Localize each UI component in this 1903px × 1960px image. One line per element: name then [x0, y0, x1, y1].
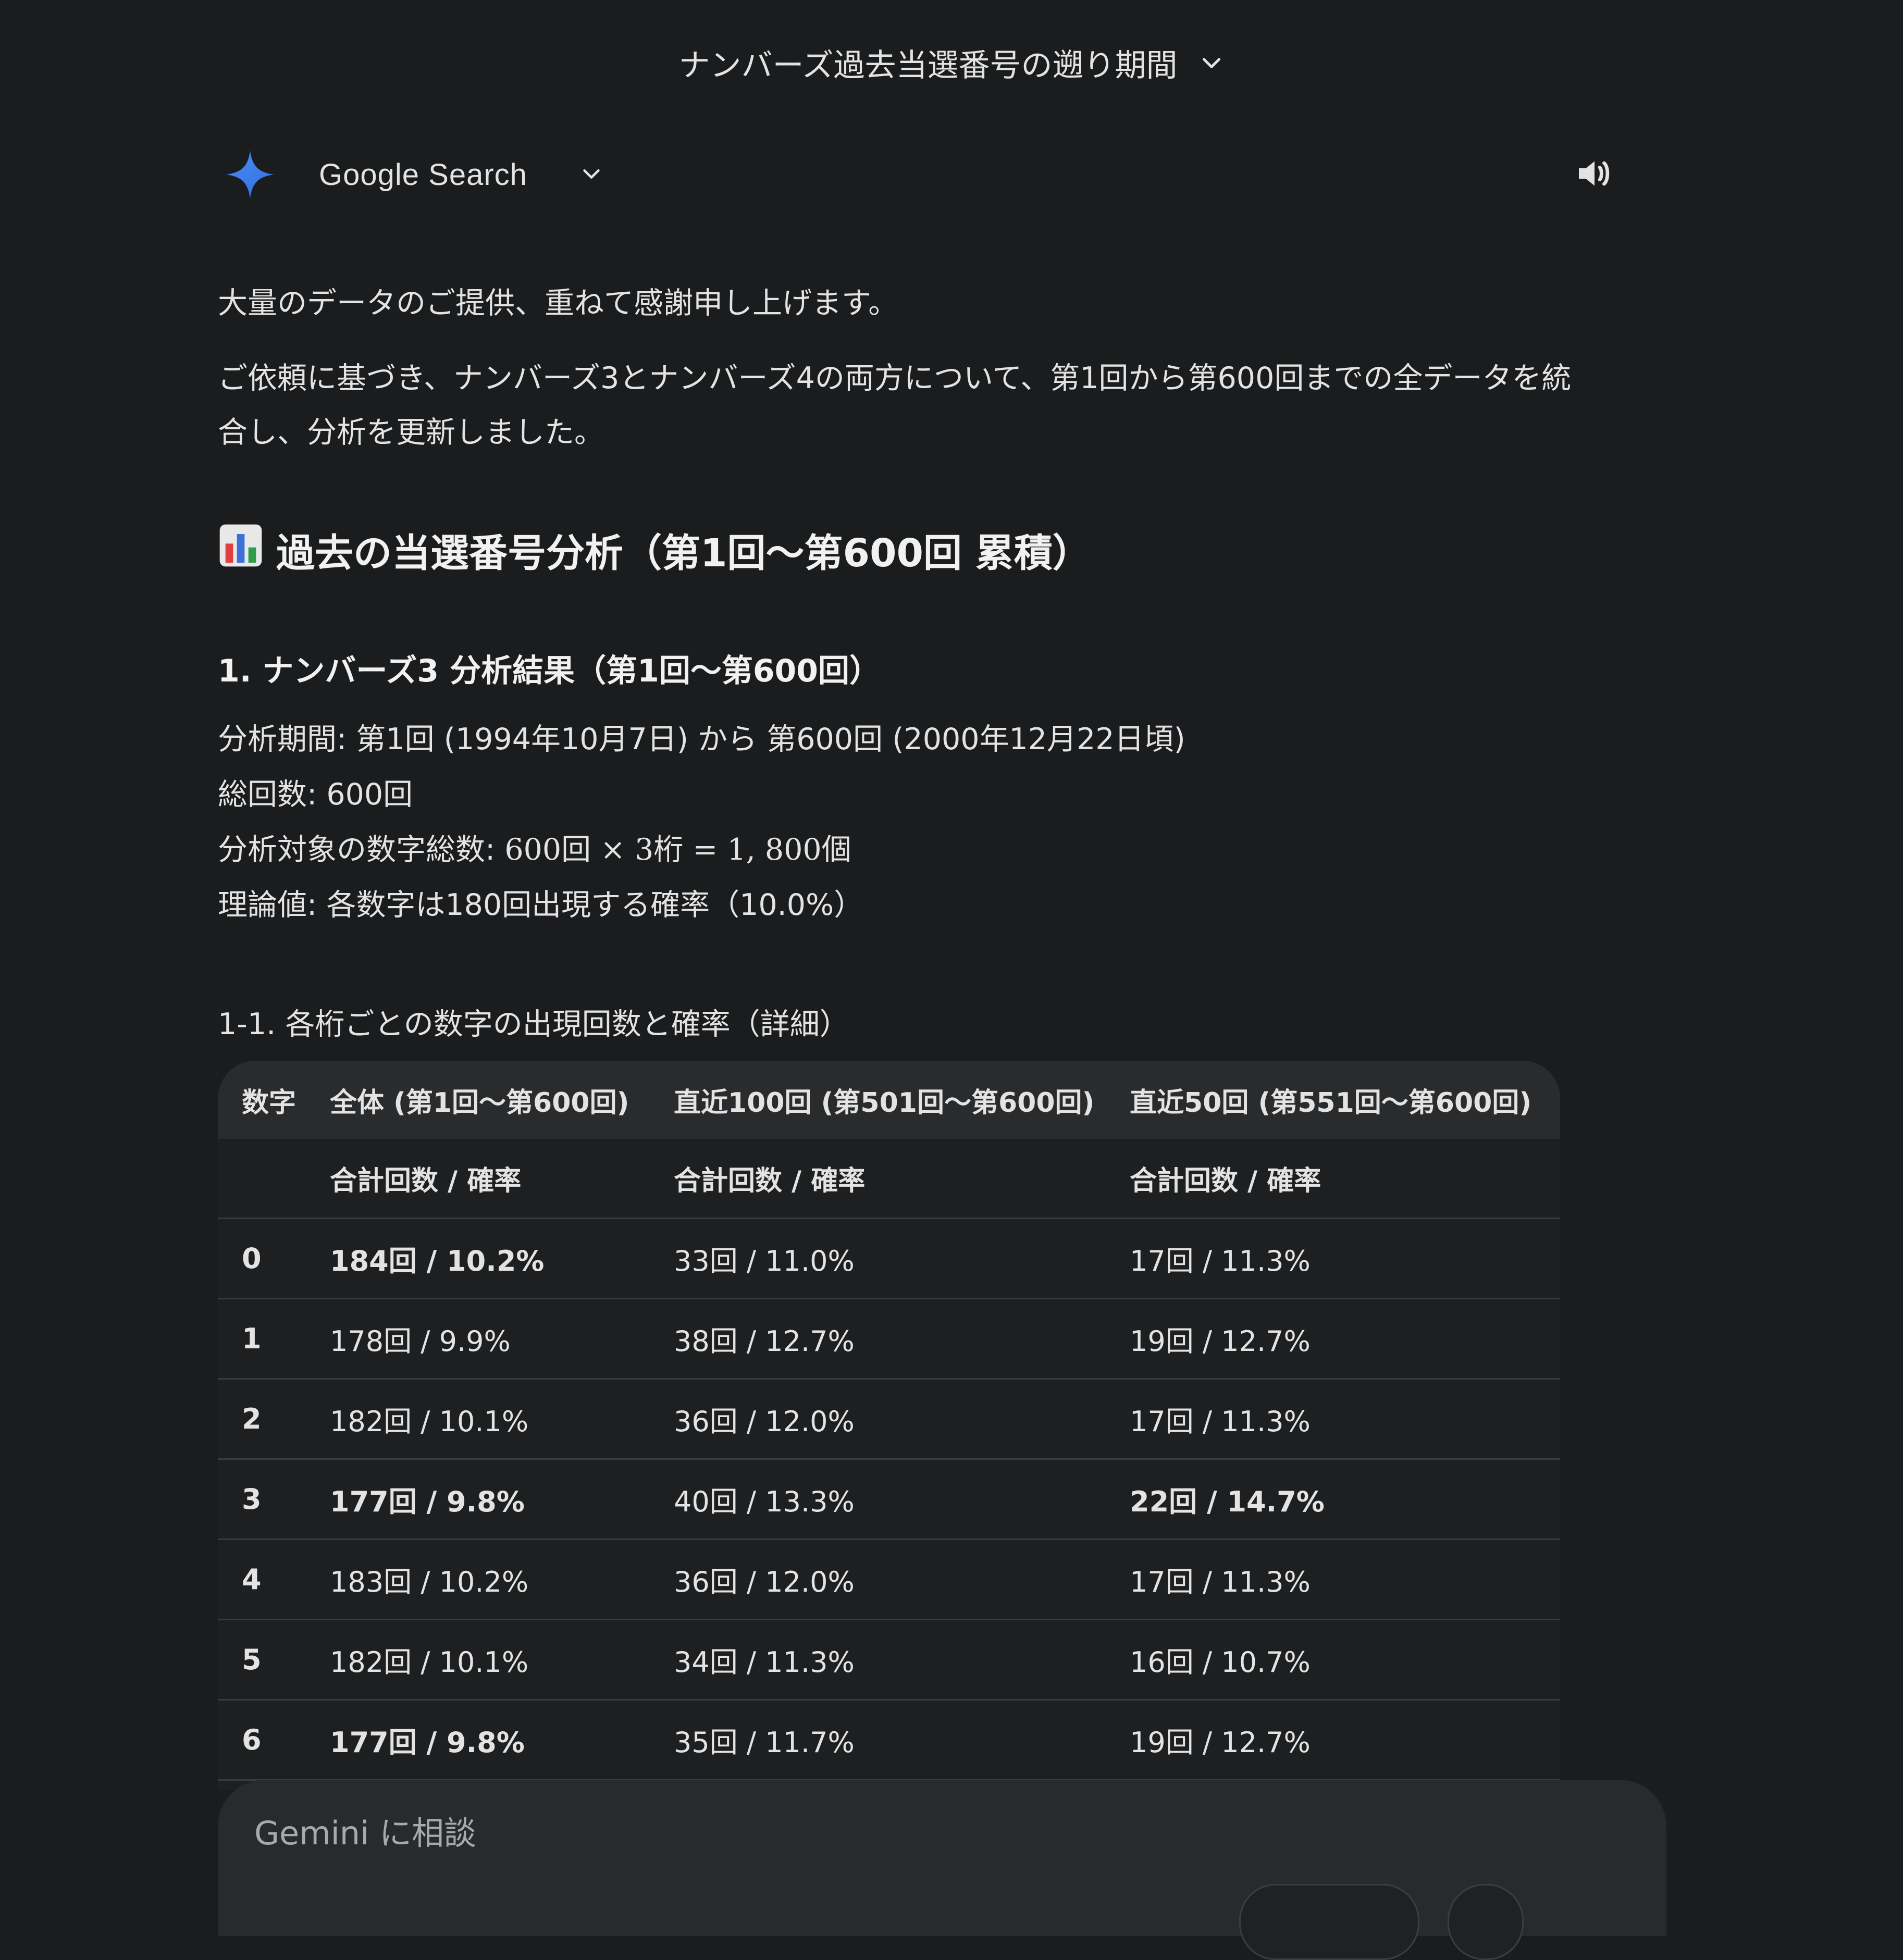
- table-row: 2 182回 / 10.1% 36回 / 12.0% 17回 / 11.3%: [218, 1380, 1560, 1460]
- data-table: 数字 全体 (第1回〜第600回) 直近100回 (第501回〜第600回) 直…: [218, 1061, 1560, 1790]
- table-cell: 17回 / 11.3%: [1130, 1405, 1311, 1438]
- table-cell: 177回 / 9.8%: [330, 1485, 525, 1518]
- table-cell: 34回 / 11.3%: [674, 1646, 855, 1679]
- table-row: 4 183回 / 10.2% 36回 / 12.0% 17回 / 11.3%: [218, 1540, 1560, 1620]
- table-row: 0 184回 / 10.2% 33回 / 11.0% 17回 / 11.3%: [218, 1219, 1560, 1299]
- table-cell: 合計回数 / 確率: [330, 1165, 522, 1197]
- table-cell: 40回 / 13.3%: [674, 1485, 855, 1518]
- prompt-input-card[interactable]: Gemini に相談: [218, 1780, 1666, 1960]
- table-cell: 16回 / 10.7%: [1130, 1646, 1311, 1679]
- table-cell: 38回 / 12.7%: [674, 1325, 855, 1358]
- table-cell: 35回 / 11.7%: [674, 1726, 855, 1759]
- table-cell: 182回 / 10.1%: [330, 1646, 529, 1679]
- table-cell: 2: [242, 1403, 262, 1435]
- table-row: 6 177回 / 9.8% 35回 / 11.7% 19回 / 12.7%: [218, 1701, 1560, 1781]
- table-cell: 4: [242, 1563, 262, 1596]
- table-cell: 183回 / 10.2%: [330, 1566, 529, 1598]
- table-cell: 22回 / 14.7%: [1130, 1485, 1325, 1518]
- table-header-cell: 数字: [242, 1087, 296, 1119]
- table-cell: 19回 / 12.7%: [1130, 1325, 1311, 1358]
- conversation-title[interactable]: ナンバーズ過去当選番号の遡り期間: [679, 40, 1178, 85]
- table-cell: 合計回数 / 確率: [674, 1165, 866, 1197]
- table-heading: 1-1. 各桁ごとの数字の出現回数と確率（詳細）: [218, 1007, 849, 1041]
- period-line: 分析期間: 第1回 (1994年10月7日) から 第600回 (2000年12…: [218, 722, 1185, 756]
- conversation-title-bar[interactable]: ナンバーズ過去当選番号の遡り期間: [0, 31, 1903, 94]
- table-header-cell: 直近100回 (第501回〜第600回): [674, 1087, 1095, 1119]
- table-cell: 178回 / 9.9%: [330, 1325, 511, 1358]
- table-cell: 36回 / 12.0%: [674, 1566, 855, 1598]
- table-cell: 5: [242, 1643, 262, 1676]
- response-source-row: Google Search: [219, 141, 1615, 208]
- table-row: 5 182回 / 10.1% 34回 / 11.3% 16回 / 10.7%: [218, 1620, 1560, 1701]
- body-text-line-2: 合し、分析を更新しました。: [218, 415, 604, 450]
- analysis-info: 分析期間: 第1回 (1994年10月7日) から 第600回 (2000年12…: [218, 712, 1666, 933]
- table-cell: 33回 / 11.0%: [674, 1245, 855, 1277]
- speaker-icon[interactable]: [1574, 153, 1615, 196]
- chevron-down-icon[interactable]: [1198, 49, 1225, 76]
- gemini-sparkle-icon: [219, 143, 281, 206]
- table-cell: 0: [242, 1242, 262, 1275]
- tool-button[interactable]: [1239, 1884, 1419, 1960]
- prompt-input[interactable]: Gemini に相談: [254, 1807, 476, 1854]
- body-text-line-1: ご依頼に基づき、ナンバーズ3とナンバーズ4の両方について、第1回から第600回ま…: [218, 361, 1572, 395]
- total-line: 総回数: 600回: [218, 777, 413, 812]
- table-cell: 36回 / 12.0%: [674, 1405, 855, 1438]
- table-row: 3 177回 / 9.8% 40回 / 13.3% 22回 / 14.7%: [218, 1460, 1560, 1540]
- table-header-cell: 直近50回 (第551回〜第600回): [1130, 1087, 1532, 1119]
- section-title: 過去の当選番号分析（第1回〜第600回 累積）: [276, 531, 1091, 576]
- table-cell: 177回 / 9.8%: [330, 1726, 525, 1759]
- mic-button[interactable]: [1448, 1884, 1524, 1960]
- chevron-down-icon[interactable]: [579, 162, 603, 188]
- table-row: 1 178回 / 9.9% 38回 / 12.7% 19回 / 12.7%: [218, 1299, 1560, 1380]
- source-label[interactable]: Google Search: [319, 157, 527, 192]
- intro-text: 大量のデータのご提供、重ねて感謝申し上げます。: [218, 286, 898, 320]
- table-cell: 1: [242, 1322, 262, 1355]
- section-heading: 過去の当選番号分析（第1回〜第600回 累積）: [218, 522, 1666, 578]
- table-header-cell: 全体 (第1回〜第600回): [330, 1087, 629, 1119]
- subsection-title: 1. ナンバーズ3 分析結果（第1回〜第600回）: [218, 653, 881, 689]
- count-line: 分析対象の数字総数: 600回 × 3桁 = 1, 800個: [218, 822, 1666, 877]
- table-cell: 17回 / 11.3%: [1130, 1566, 1311, 1598]
- theory-line: 理論値: 各数字は180回出現する確率（10.0%）: [218, 888, 864, 922]
- table-cell: 184回 / 10.2%: [330, 1245, 545, 1277]
- table-cell: 3: [242, 1483, 262, 1516]
- table-cell: 6: [242, 1723, 262, 1756]
- table-subheader-row: 合計回数 / 確率 合計回数 / 確率 合計回数 / 確率: [218, 1139, 1560, 1219]
- count-formula: 600回 × 3桁 = 1, 800個: [504, 833, 851, 867]
- table-cell: 182回 / 10.1%: [330, 1405, 529, 1438]
- response-content: 大量のデータのご提供、重ねて感謝申し上げます。 ご依頼に基づき、ナンバーズ3とナ…: [218, 276, 1666, 1043]
- bar-chart-icon: [218, 523, 264, 578]
- table-header-row: 数字 全体 (第1回〜第600回) 直近100回 (第501回〜第600回) 直…: [218, 1061, 1560, 1139]
- table-cell: 合計回数 / 確率: [1130, 1165, 1321, 1197]
- table-cell: 17回 / 11.3%: [1130, 1245, 1311, 1277]
- count-label: 分析対象の数字総数:: [218, 833, 505, 867]
- table-cell: 19回 / 12.7%: [1130, 1726, 1311, 1759]
